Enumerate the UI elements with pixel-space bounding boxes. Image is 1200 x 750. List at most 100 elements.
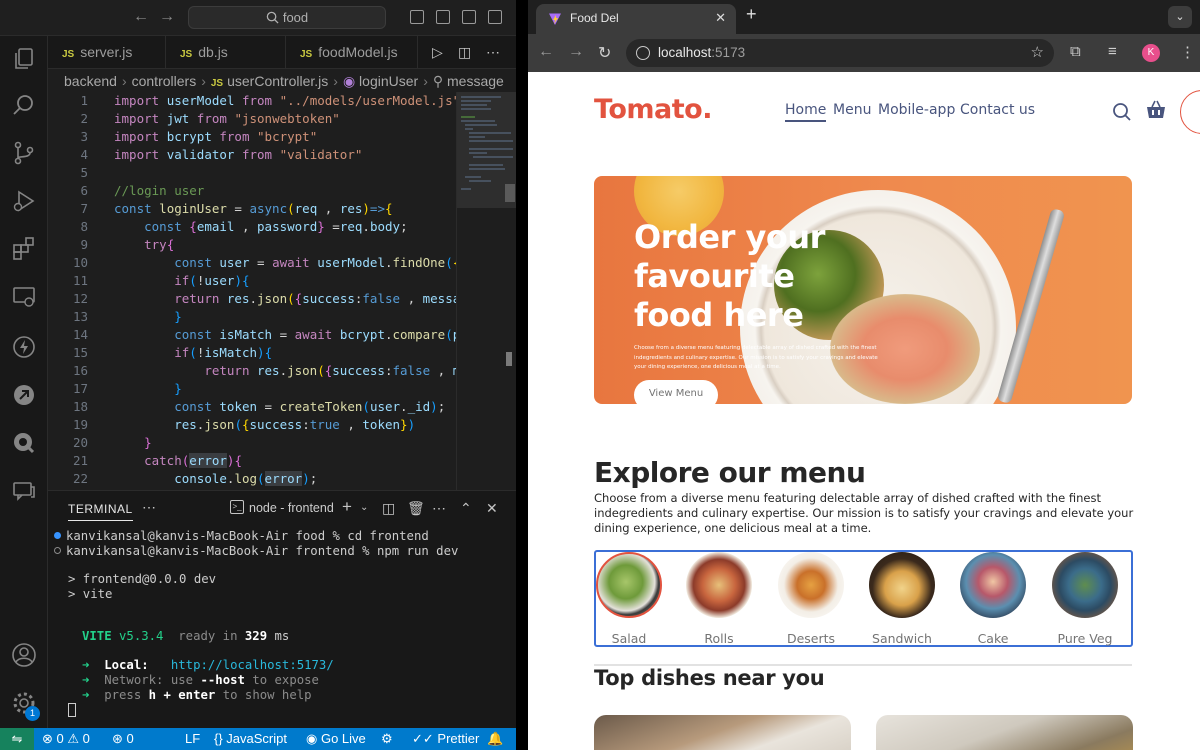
kebab-menu-icon[interactable]: ⋮ (1180, 43, 1195, 61)
menu-item-cake[interactable]: Cake (958, 552, 1028, 646)
tab-search-icon[interactable]: ⌄ (1168, 6, 1192, 28)
close-tab-icon[interactable]: ✕ (715, 4, 726, 32)
basket-icon[interactable] (1146, 99, 1166, 121)
code-line: 18 const token = createToken(user._id); (72, 399, 446, 414)
media-queue-icon[interactable]: ≡ (1108, 43, 1117, 60)
tab-terminal[interactable]: TERMINAL (68, 502, 133, 521)
arrow-icon: ➜ (82, 673, 90, 687)
source-control-icon[interactable] (11, 140, 37, 166)
breadcrumb-item[interactable]: loginUser (359, 73, 418, 89)
menu-image (869, 552, 935, 618)
new-tab-icon[interactable]: + (746, 4, 757, 25)
forward-arrow-icon[interactable]: → (159, 8, 175, 26)
split-editor-icon[interactable]: ◫ (458, 36, 471, 69)
menu-item-rolls[interactable]: Rolls (684, 552, 754, 646)
address-bar[interactable]: localhost:5173 ☆ (626, 39, 1054, 67)
copilot-icon[interactable]: ⚙ (381, 728, 393, 750)
breadcrumb-item[interactable]: message (447, 73, 504, 89)
menu-item-sandwich[interactable]: Sandwich (867, 552, 937, 646)
maximize-panel-icon[interactable]: ⌃ (460, 500, 472, 517)
explore-menu-title: Explore our menu (594, 456, 866, 489)
reload-icon[interactable]: ↻ (598, 43, 611, 63)
toggle-sidebar-icon[interactable] (410, 10, 424, 24)
food-card-image[interactable] (876, 715, 1133, 750)
site-logo[interactable]: Tomato. (594, 94, 712, 125)
customize-layout-icon[interactable] (488, 10, 502, 24)
tab-food-model-js[interactable]: JS foodModel.js (286, 36, 418, 69)
search-icon[interactable] (1112, 102, 1132, 122)
nav-home[interactable]: Home (785, 102, 827, 122)
command-center-search[interactable]: food (188, 6, 386, 29)
more-icon[interactable]: ⋯ (142, 499, 156, 516)
run-icon[interactable]: ▷ (432, 36, 443, 69)
code-line: 19 res.json({success:true , token}) (72, 417, 416, 432)
editor-scrollbar[interactable] (506, 352, 512, 366)
food-card-image[interactable] (594, 715, 851, 750)
browser-toolbar: ← → ↻ localhost:5173 ☆ ⧉ ≡ K ⋮ (528, 34, 1200, 72)
notifications-bell-icon[interactable]: 🔔 (487, 728, 503, 750)
profile-avatar[interactable]: K (1142, 44, 1160, 62)
ports-status[interactable]: ⊛ 0 (112, 728, 134, 750)
account-icon[interactable] (11, 642, 37, 668)
bookmark-star-icon[interactable]: ☆ (1031, 39, 1044, 67)
live-share-icon[interactable] (11, 382, 37, 408)
go-live-button[interactable]: ◉ Go Live (306, 728, 366, 750)
back-arrow-icon[interactable]: ← (538, 43, 554, 61)
split-terminal-icon[interactable]: ◫ (382, 500, 395, 517)
breadcrumb-item[interactable]: controllers (132, 73, 197, 89)
thunder-client-icon[interactable] (11, 334, 37, 360)
code-editor[interactable]: 1 import userModel from "../models/userMo… (48, 92, 456, 490)
back-arrow-icon[interactable]: ← (133, 8, 149, 26)
terminal-cursor (68, 703, 76, 718)
more-actions-icon[interactable]: ⋯ (432, 500, 446, 517)
toggle-secondary-sidebar-icon[interactable] (462, 10, 476, 24)
menu-item-salad[interactable]: Salad (594, 552, 664, 646)
eol-status[interactable]: LF (185, 728, 200, 750)
language-status[interactable]: {} JavaScript (214, 728, 287, 750)
forward-arrow-icon[interactable]: → (568, 43, 584, 61)
terminal-name[interactable]: node - frontend (249, 501, 334, 515)
browser-tab-title: Food Del (570, 11, 619, 25)
view-menu-button[interactable]: View Menu (634, 380, 718, 404)
search-icon (266, 11, 279, 24)
prettier-status[interactable]: ✓✓ Prettier (412, 728, 479, 750)
nav-mobile-app[interactable]: Mobile-app (878, 102, 955, 118)
terminal-line: ➜ press h + enter to show help (82, 688, 312, 702)
nav-menu[interactable]: Menu (833, 102, 871, 118)
chevron-down-icon[interactable]: ⌄ (360, 502, 368, 513)
quokka-icon[interactable] (11, 430, 37, 456)
site-info-icon[interactable] (636, 46, 650, 60)
panel-header: TERMINAL ⋯ >_ node - frontend + ⌄ ◫ 🗑 ⋯ … (48, 491, 516, 526)
run-debug-icon[interactable] (11, 188, 37, 214)
tab-db-js[interactable]: JS db.js (166, 36, 286, 69)
chat-icon[interactable] (11, 478, 37, 504)
code-line: 12 return res.json({success:false , mess… (72, 291, 456, 306)
explorer-icon[interactable] (11, 46, 37, 72)
terminal-line: > vite (68, 587, 113, 601)
add-terminal-icon[interactable]: + (342, 497, 352, 517)
trash-icon[interactable]: 🗑 (407, 500, 425, 517)
nav-contact-us[interactable]: Contact us (960, 102, 1035, 118)
extensions-icon[interactable] (11, 236, 37, 262)
menu-item-pure-veg[interactable]: Pure Veg (1050, 552, 1120, 646)
search-icon[interactable] (11, 92, 37, 118)
url-port: :5173 (711, 45, 746, 60)
code-line: 14 const isMatch = await bcrypt.compare(… (72, 327, 456, 342)
tab-label: server.js (80, 44, 133, 60)
menu-item-deserts[interactable]: Deserts (776, 552, 846, 646)
settings-badge: 1 (25, 706, 40, 721)
terminal-line: ➜ Local: http://localhost:5173/ (82, 658, 334, 672)
browser-tab[interactable]: Food Del ✕ (536, 4, 736, 34)
tab-server-js[interactable]: JS server.js (48, 36, 166, 69)
more-actions-icon[interactable]: ⋯ (486, 36, 500, 69)
breadcrumb-item[interactable]: backend (64, 73, 117, 89)
breadcrumb-item[interactable]: userController.js (227, 73, 328, 89)
sign-in-button[interactable] (1180, 90, 1200, 134)
minimap[interactable] (456, 92, 517, 490)
problems-status[interactable]: ⊗ 0 ⚠ 0 (42, 728, 90, 750)
remote-explorer-icon[interactable] (11, 284, 37, 310)
extensions-puzzle-icon[interactable]: ⧉ (1070, 43, 1081, 60)
toggle-panel-icon[interactable] (436, 10, 450, 24)
close-icon[interactable]: ✕ (486, 500, 498, 517)
remote-indicator[interactable]: ⇋ (0, 728, 34, 750)
